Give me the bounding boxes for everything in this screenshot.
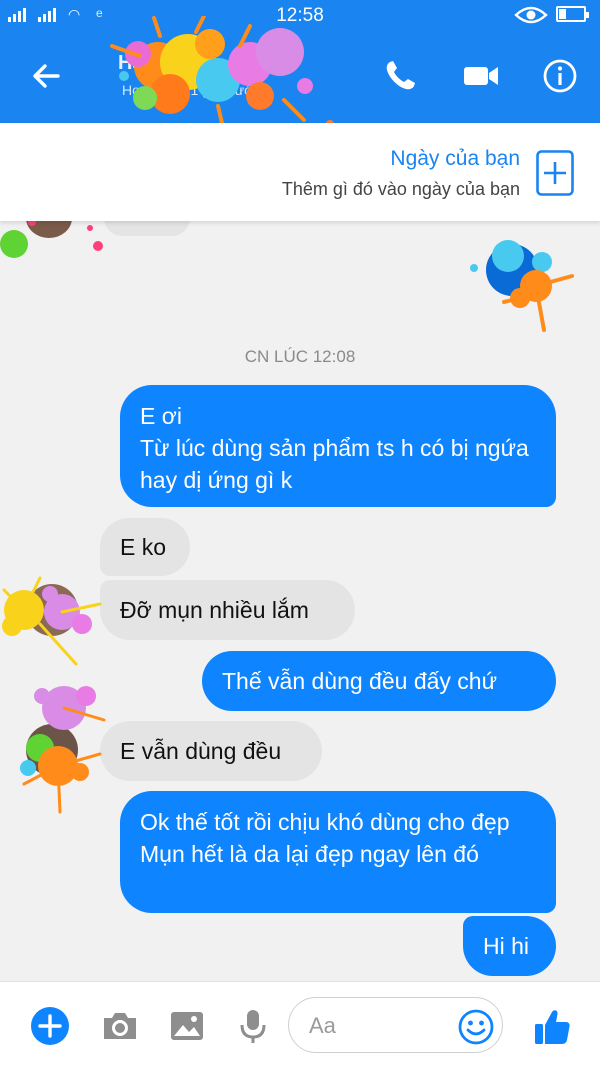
message-composer — [0, 981, 600, 1068]
smiley-icon[interactable] — [458, 1009, 494, 1045]
plus-square-icon[interactable] — [536, 150, 574, 196]
contact-name[interactable]: Hà Linh — [118, 52, 191, 75]
message-bubble-out[interactable]: E ơi Từ lúc dùng sản phẩm ts h có bị ngứ… — [120, 385, 556, 507]
info-icon[interactable] — [542, 58, 578, 94]
message-input[interactable] — [307, 1010, 451, 1042]
status-bar: ◠ e 12:58 — [0, 0, 600, 30]
seen-avatar — [486, 244, 538, 296]
your-day-title[interactable]: Ngày của bạn — [390, 147, 520, 171]
video-camera-icon[interactable] — [462, 58, 500, 94]
message-bubble-in[interactable]: E ko — [100, 518, 190, 576]
timestamp: CN LÚC 12:08 — [244, 347, 356, 366]
chat-header: Hà Linh Hoạt động 1 giờ trước — [0, 16, 600, 142]
contact-avatar[interactable] — [26, 724, 78, 776]
phone-icon[interactable] — [382, 58, 418, 94]
image-icon[interactable] — [167, 1006, 207, 1046]
message-bubble-out[interactable]: Hi hi — [463, 916, 556, 976]
message-bubble-in[interactable]: E vẫn dùng đều — [100, 721, 322, 781]
clock: 12:58 — [276, 5, 324, 26]
message-bubble-in[interactable]: Đỡ mụn nhiều lắm — [100, 580, 355, 640]
your-day-subtitle: Thêm gì đó vào ngày của bạn — [281, 179, 520, 199]
contact-avatar[interactable] — [26, 584, 78, 636]
battery-icon — [556, 6, 589, 22]
thumbs-up-icon[interactable] — [532, 1007, 572, 1047]
message-bubble-out[interactable]: Thế vẫn dùng đều đấy chứ — [202, 651, 556, 711]
contact-status: Hoạt động 1 giờ trước — [122, 82, 261, 98]
plus-circle-icon[interactable] — [30, 1006, 70, 1046]
camera-icon[interactable] — [100, 1006, 140, 1046]
message-bubble-out[interactable]: Ok thế tốt rồi chịu khó dùng cho đẹp Mụn… — [120, 791, 556, 913]
back-arrow-icon[interactable] — [28, 58, 64, 94]
your-day-banner[interactable]: Ngày của bạn Thêm gì đó vào ngày của bạn — [0, 123, 600, 221]
microphone-icon[interactable] — [233, 1006, 273, 1046]
eye-icon — [514, 6, 548, 24]
